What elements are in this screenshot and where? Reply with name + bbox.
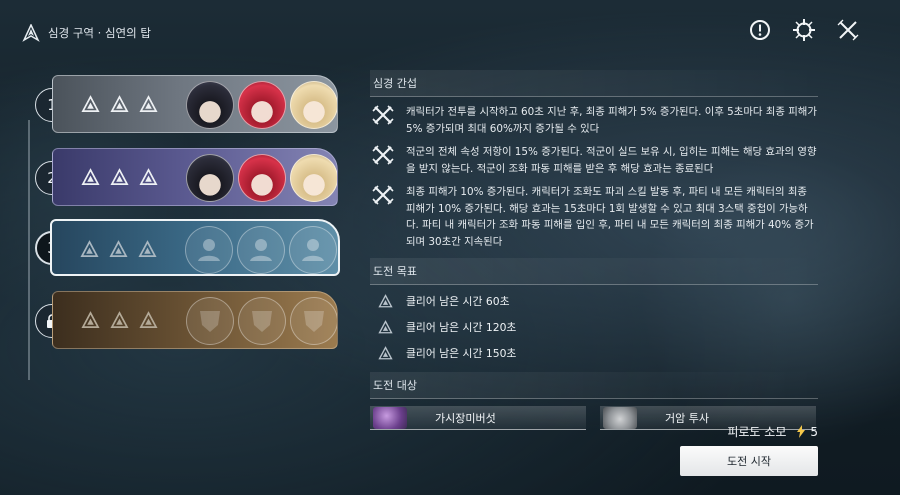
target-name: 거암 투사 [665,411,709,425]
floor-card-1[interactable] [52,75,338,133]
effect-description: 캐릭터가 전투를 시작하고 60초 지난 후, 최종 피해가 5% 증가된다. … [406,106,817,135]
goal-text: 클리어 남은 시간 120초 [406,321,517,334]
person-placeholder-icon [302,239,324,261]
interference-effect: 최종 피해가 10% 증가된다. 캐릭터가 조화도 파괴 스킬 발동 후, 파티… [370,184,818,250]
star-rating [81,311,158,330]
floor-card-2[interactable] [52,148,338,206]
targets-title: 도전 대상 [370,372,818,399]
crossed-swords-icon [372,185,394,205]
stamina-label: 피로도 소모 [727,425,787,439]
cleared-triangle-icon [81,168,100,186]
party-slots [185,226,337,274]
star-rating [81,95,158,114]
mushroom-enemy-portrait [373,406,407,429]
tower-logo-icon [22,24,40,42]
shield-emblem-icon [200,311,220,332]
cleared-triangle-icon [139,168,158,186]
red-haired-character-avatar [238,81,286,129]
floor-connector-line [28,120,30,380]
blonde-character-avatar [290,154,337,202]
red-haired-character-avatar [238,154,286,202]
crossed-swords-icon [372,145,394,165]
target-name: 가시장미버섯 [435,411,496,425]
empty-triangle-icon [81,311,100,329]
empty-triangle-icon [138,240,157,258]
goal-item: 클리어 남은 시간 150초 [370,340,818,366]
person-placeholder-icon [198,239,220,261]
empty-slot[interactable] [237,226,285,274]
interference-title: 심경 간섭 [370,70,818,97]
goals-title: 도전 목표 [370,258,818,285]
goal-triangle-icon [378,345,393,359]
empty-slot [290,297,337,345]
goal-text: 클리어 남은 시간 150초 [406,347,517,360]
goal-triangle-icon [378,293,393,307]
star-rating [80,240,157,259]
target-card[interactable]: 가시장미버섯 [370,406,586,430]
black-haired-character-avatar [186,81,234,129]
rock-enemy-portrait [603,406,637,429]
floor-card-3-selected[interactable] [50,219,340,276]
stamina-value: 5 [810,424,818,439]
empty-triangle-icon [110,311,129,329]
cleared-triangle-icon [139,95,158,113]
empty-slot [186,297,234,345]
star-rating [81,168,158,187]
cleared-triangle-icon [110,168,129,186]
shield-emblem-icon [304,311,324,332]
effect-description: 적군의 전체 속성 저항이 15% 증가된다. 적군이 실드 보유 시, 입히는… [406,146,817,175]
cleared-triangle-icon [110,95,129,113]
interference-effect: 캐릭터가 전투를 시작하고 60초 지난 후, 최종 피해가 5% 증가된다. … [370,104,818,137]
black-haired-character-avatar [186,154,234,202]
blonde-character-avatar [290,81,337,129]
stamina-cost: 피로도 소모 5 [727,423,818,440]
start-challenge-button[interactable]: 도전 시작 [680,446,818,476]
crossed-swords-icon [372,105,394,125]
top-bar: 심경 구역 · 심연의 탑 [22,22,151,44]
lightning-icon [797,425,806,438]
close-icon[interactable] [836,18,860,42]
cleared-triangle-icon [81,95,100,113]
goal-item: 클리어 남은 시간 60초 [370,288,818,314]
party-slots [186,297,337,345]
empty-triangle-icon [139,311,158,329]
effect-description: 최종 피해가 10% 증가된다. 캐릭터가 조화도 파괴 스킬 발동 후, 파티… [406,186,814,248]
goal-text: 클리어 남은 시간 60초 [406,295,510,308]
empty-slot[interactable] [289,226,337,274]
floor-card-4-locked[interactable] [52,291,338,349]
breadcrumb: 심경 구역 · 심연의 탑 [48,26,151,40]
empty-slot [238,297,286,345]
goal-triangle-icon [378,319,393,333]
shield-emblem-icon [252,311,272,332]
empty-triangle-icon [80,240,99,258]
empty-triangle-icon [109,240,128,258]
person-placeholder-icon [250,239,272,261]
top-icon-group [748,18,860,42]
goal-item: 클리어 남은 시간 120초 [370,314,818,340]
floor-detail-panel: 심경 간섭 캐릭터가 전투를 시작하고 60초 지난 후, 최종 피해가 5% … [370,70,818,430]
party-slots [186,154,337,202]
alert-circle-icon[interactable] [748,18,772,42]
interference-effect: 적군의 전체 속성 저항이 15% 증가된다. 적군이 실드 보유 시, 입히는… [370,144,818,177]
crosshair-icon[interactable] [792,18,816,42]
party-slots [186,81,337,129]
empty-slot[interactable] [185,226,233,274]
